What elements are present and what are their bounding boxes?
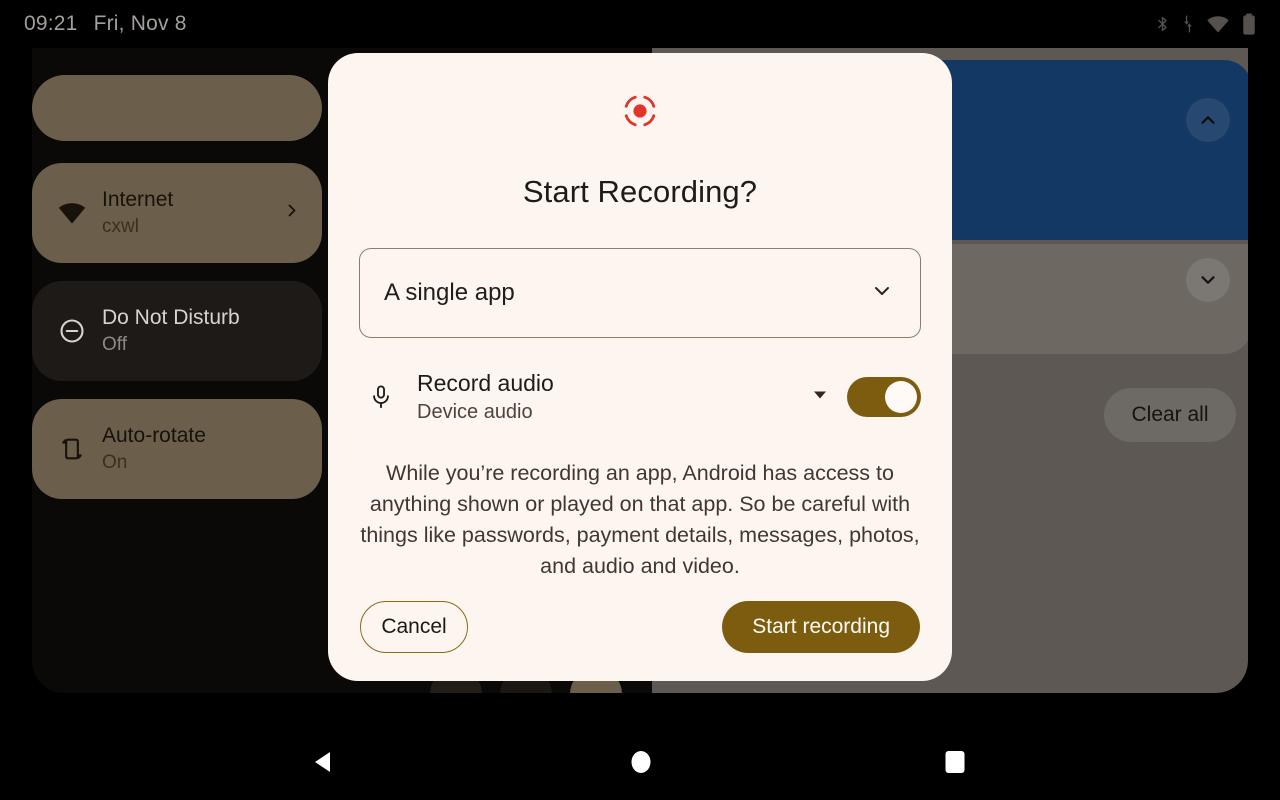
chevron-right-icon[interactable] — [282, 201, 302, 226]
page-title: Start Recording? — [522, 174, 758, 209]
home-circle-icon[interactable] — [628, 747, 654, 782]
status-bar-left: 09:21 Fri, Nov 8 — [24, 12, 187, 36]
record-audio-title: Record audio — [417, 370, 554, 396]
qs-tile-title: Internet — [102, 188, 174, 211]
chevron-down-icon[interactable] — [870, 279, 894, 308]
qs-brightness-slider[interactable] — [32, 75, 322, 141]
qs-tile-texts: Do Not Disturb Off — [102, 304, 240, 358]
status-date: Fri, Nov 8 — [93, 12, 187, 35]
record-audio-row[interactable]: Record audio Device audio — [359, 366, 921, 428]
data-transfer-icon — [1182, 14, 1194, 34]
sidebar-item-auto-rotate[interactable]: Auto-rotate On — [32, 399, 322, 499]
start-recording-dialog: Start Recording? A single app Record aud… — [328, 53, 952, 681]
wifi-icon — [1205, 14, 1231, 34]
clear-all-button[interactable]: Clear all — [1104, 388, 1236, 442]
record-audio-toggle[interactable] — [847, 377, 921, 417]
qs-tile-title: Auto-rotate — [102, 424, 206, 447]
battery-icon — [1242, 12, 1256, 36]
record-audio-subtitle: Device audio — [417, 401, 533, 423]
back-triangle-icon[interactable] — [310, 747, 340, 782]
auto-rotate-icon — [50, 435, 94, 463]
quick-settings-tiles: Internet cxwl Do Not Disturb Off Auto-ro… — [32, 48, 352, 608]
android-screen: 个文件传输失败。 Clear all Internet cxwl — [0, 0, 1280, 800]
qs-tile-subtitle: cxwl — [102, 216, 139, 237]
do-not-disturb-icon — [50, 317, 94, 345]
dialog-body-text: While you’re recording an app, Android h… — [360, 461, 920, 578]
qs-tile-texts: Auto-rotate On — [102, 422, 206, 476]
record-audio-texts: Record audio Device audio — [417, 368, 554, 426]
wifi-icon — [50, 198, 94, 228]
sidebar-item-internet[interactable]: Internet cxwl — [32, 163, 322, 263]
recents-square-icon[interactable] — [942, 747, 968, 782]
status-bar: 09:21 Fri, Nov 8 — [0, 0, 1280, 48]
start-recording-button[interactable]: Start recording — [722, 601, 920, 653]
status-bar-right — [1154, 12, 1256, 36]
recording-source-select[interactable]: A single app — [359, 248, 921, 338]
caret-down-icon[interactable] — [811, 386, 829, 409]
chevron-down-icon[interactable] — [1186, 258, 1230, 302]
toggle-knob — [885, 381, 917, 413]
qs-tile-subtitle: Off — [102, 334, 127, 355]
cancel-button[interactable]: Cancel — [360, 601, 468, 653]
clear-all-label: Clear all — [1131, 403, 1209, 426]
qs-tile-texts: Internet cxwl — [102, 186, 173, 240]
qs-tile-subtitle: On — [102, 452, 128, 473]
chevron-up-icon[interactable] — [1186, 98, 1230, 142]
dialog-actions: Cancel Start recording — [360, 601, 920, 653]
qs-tile-title: Do Not Disturb — [102, 306, 240, 329]
microphone-icon — [359, 382, 403, 412]
bluetooth-icon — [1154, 13, 1171, 35]
status-clock: 09:21 — [24, 12, 78, 35]
navigation-bar — [0, 728, 1280, 800]
sidebar-item-do-not-disturb[interactable]: Do Not Disturb Off — [32, 281, 322, 381]
recording-source-value: A single app — [384, 279, 515, 306]
screen-record-icon — [622, 93, 658, 134]
